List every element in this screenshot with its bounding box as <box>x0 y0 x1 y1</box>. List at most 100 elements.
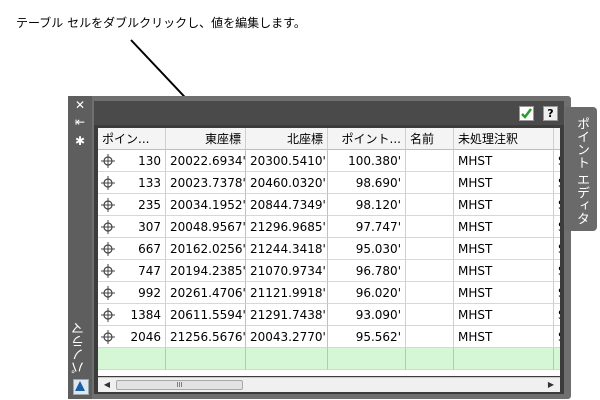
col-name-header[interactable]: 名前 <box>406 128 454 150</box>
new-row[interactable] <box>98 348 560 370</box>
col-elevation-cell[interactable] <box>328 348 406 370</box>
col-northing-cell[interactable]: 21244.3418' <box>246 238 328 260</box>
col-name-cell[interactable] <box>406 172 454 194</box>
col-raw-description-cell[interactable]: MHST <box>454 282 554 304</box>
col-name-cell[interactable] <box>406 216 454 238</box>
col-point-number-cell[interactable]: 1384 <box>98 304 166 326</box>
help-button[interactable]: ? <box>543 106 558 121</box>
col-name-cell[interactable] <box>406 260 454 282</box>
table-row[interactable]: 23520034.1952'20844.7349'98.120' MHSTS <box>98 194 560 216</box>
col-point-number-cell[interactable]: 667 <box>98 238 166 260</box>
scroll-thumb[interactable]: III <box>116 380 243 390</box>
col-point-number-cell[interactable]: 133 <box>98 172 166 194</box>
col-northing-cell[interactable]: 21121.9918' <box>246 282 328 304</box>
table-row[interactable]: 13320023.7378'20460.0320'98.690' MHSTS <box>98 172 560 194</box>
col-raw-description-cell[interactable] <box>454 348 554 370</box>
col-northing-cell[interactable]: 20844.7349' <box>246 194 328 216</box>
col-point-number-cell[interactable]: 235 <box>98 194 166 216</box>
table-row[interactable]: 30720048.9567'21296.9685'97.747' MHSTS <box>98 216 560 238</box>
col-point-number-cell[interactable]: 2046 <box>98 326 166 348</box>
col-point-number-cell[interactable]: 747 <box>98 260 166 282</box>
col-elevation-header[interactable]: ポイント... <box>328 128 406 150</box>
col-name-cell[interactable] <box>406 150 454 172</box>
scroll-left-icon[interactable]: ◀ <box>100 378 114 392</box>
col-easting-cell[interactable]: 20162.0256' <box>166 238 246 260</box>
col-extra-cell[interactable]: S <box>554 216 560 238</box>
col-elevation-cell[interactable]: 95.562' <box>328 326 406 348</box>
col-northing-header[interactable]: 北座標 <box>246 128 328 150</box>
table-row[interactable]: 204621256.5676'20043.2770'95.562' MHSTS <box>98 326 560 348</box>
col-extra-cell[interactable]: S <box>554 304 560 326</box>
col-name-cell[interactable] <box>406 238 454 260</box>
col-easting-cell[interactable]: 20611.5594' <box>166 304 246 326</box>
col-point-number-header[interactable]: ポイン... <box>98 128 166 150</box>
col-easting-header[interactable]: 東座標 <box>166 128 246 150</box>
col-name-cell[interactable] <box>406 282 454 304</box>
col-elevation-cell[interactable]: 98.120' <box>328 194 406 216</box>
col-easting-cell[interactable]: 20261.4706' <box>166 282 246 304</box>
table-row[interactable]: 66720162.0256'21244.3418'95.030' MHSTS <box>98 238 560 260</box>
col-point-number-cell[interactable] <box>98 348 166 370</box>
col-easting-cell[interactable]: 20023.7378' <box>166 172 246 194</box>
col-northing-cell[interactable]: 20043.2770' <box>246 326 328 348</box>
col-raw-description-cell[interactable]: MHST <box>454 304 554 326</box>
table-row[interactable]: 74720194.2385'21070.9734'96.780' MHSTS <box>98 260 560 282</box>
col-northing-cell[interactable]: 21291.7438' <box>246 304 328 326</box>
col-extra-cell[interactable]: S <box>554 282 560 304</box>
checkmark-icon[interactable] <box>519 106 534 121</box>
col-elevation-cell[interactable]: 95.030' <box>328 238 406 260</box>
gear-icon[interactable]: ✱ <box>73 134 87 148</box>
col-easting-cell[interactable]: 20048.9567' <box>166 216 246 238</box>
col-raw-description-cell[interactable]: MHST <box>454 150 554 172</box>
col-raw-description-cell[interactable]: MHST <box>454 216 554 238</box>
col-extra-cell[interactable]: S <box>554 150 560 172</box>
col-easting-cell[interactable]: 20034.1952' <box>166 194 246 216</box>
col-point-number-cell[interactable]: 130 <box>98 150 166 172</box>
point-marker-icon <box>101 286 115 300</box>
col-extra-cell[interactable]: S <box>554 238 560 260</box>
col-extra-cell[interactable]: S <box>554 194 560 216</box>
col-name-cell[interactable] <box>406 304 454 326</box>
col-extra-cell[interactable]: S <box>554 260 560 282</box>
pin-icon[interactable]: ⇤ <box>73 115 87 129</box>
col-extra-header[interactable] <box>554 128 560 150</box>
palette-toolbar: ? <box>94 101 564 125</box>
col-elevation-cell[interactable]: 96.020' <box>328 282 406 304</box>
col-elevation-cell[interactable]: 100.380' <box>328 150 406 172</box>
col-northing-cell[interactable]: 21296.9685' <box>246 216 328 238</box>
table-row[interactable]: 138420611.5594'21291.7438'93.090' MHSTS <box>98 304 560 326</box>
col-point-number-cell[interactable]: 307 <box>98 216 166 238</box>
tab-point-editor[interactable]: ポイント エディタ <box>565 107 597 231</box>
col-name-cell[interactable] <box>406 326 454 348</box>
col-extra-cell[interactable]: S <box>554 172 560 194</box>
col-easting-cell[interactable]: 20194.2385' <box>166 260 246 282</box>
instruction-caption: テーブル セルをダブルクリックし、値を編集します。 <box>16 16 306 30</box>
col-extra-cell[interactable]: S <box>554 326 560 348</box>
col-easting-cell[interactable]: 21256.5676' <box>166 326 246 348</box>
table-row[interactable]: 99220261.4706'21121.9918'96.020' MHSTS <box>98 282 560 304</box>
col-elevation-cell[interactable]: 96.780' <box>328 260 406 282</box>
col-extra-cell[interactable] <box>554 348 560 370</box>
col-elevation-cell[interactable]: 93.090' <box>328 304 406 326</box>
col-raw-description-header[interactable]: 未処理注釈 <box>454 128 554 150</box>
col-name-cell[interactable] <box>406 194 454 216</box>
col-northing-cell[interactable]: 21070.9734' <box>246 260 328 282</box>
scroll-right-icon[interactable]: ▶ <box>544 378 558 392</box>
col-raw-description-cell[interactable]: MHST <box>454 238 554 260</box>
col-northing-cell[interactable] <box>246 348 328 370</box>
col-raw-description-cell[interactable]: MHST <box>454 194 554 216</box>
col-easting-cell[interactable] <box>166 348 246 370</box>
col-name-cell[interactable] <box>406 348 454 370</box>
table-row[interactable]: 13020022.6934'20300.5410'100.380' MHSTS <box>98 150 560 172</box>
col-easting-cell[interactable]: 20022.6934' <box>166 150 246 172</box>
close-icon[interactable]: ✕ <box>73 98 87 112</box>
col-northing-cell[interactable]: 20300.5410' <box>246 150 328 172</box>
col-northing-cell[interactable]: 20460.0320' <box>246 172 328 194</box>
col-point-number-cell[interactable]: 992 <box>98 282 166 304</box>
col-elevation-cell[interactable]: 98.690' <box>328 172 406 194</box>
col-raw-description-cell[interactable]: MHST <box>454 326 554 348</box>
col-raw-description-cell[interactable]: MHST <box>454 172 554 194</box>
col-elevation-cell[interactable]: 97.747' <box>328 216 406 238</box>
horizontal-scrollbar[interactable]: ◀ III ▶ <box>98 377 560 392</box>
col-raw-description-cell[interactable]: MHST <box>454 260 554 282</box>
